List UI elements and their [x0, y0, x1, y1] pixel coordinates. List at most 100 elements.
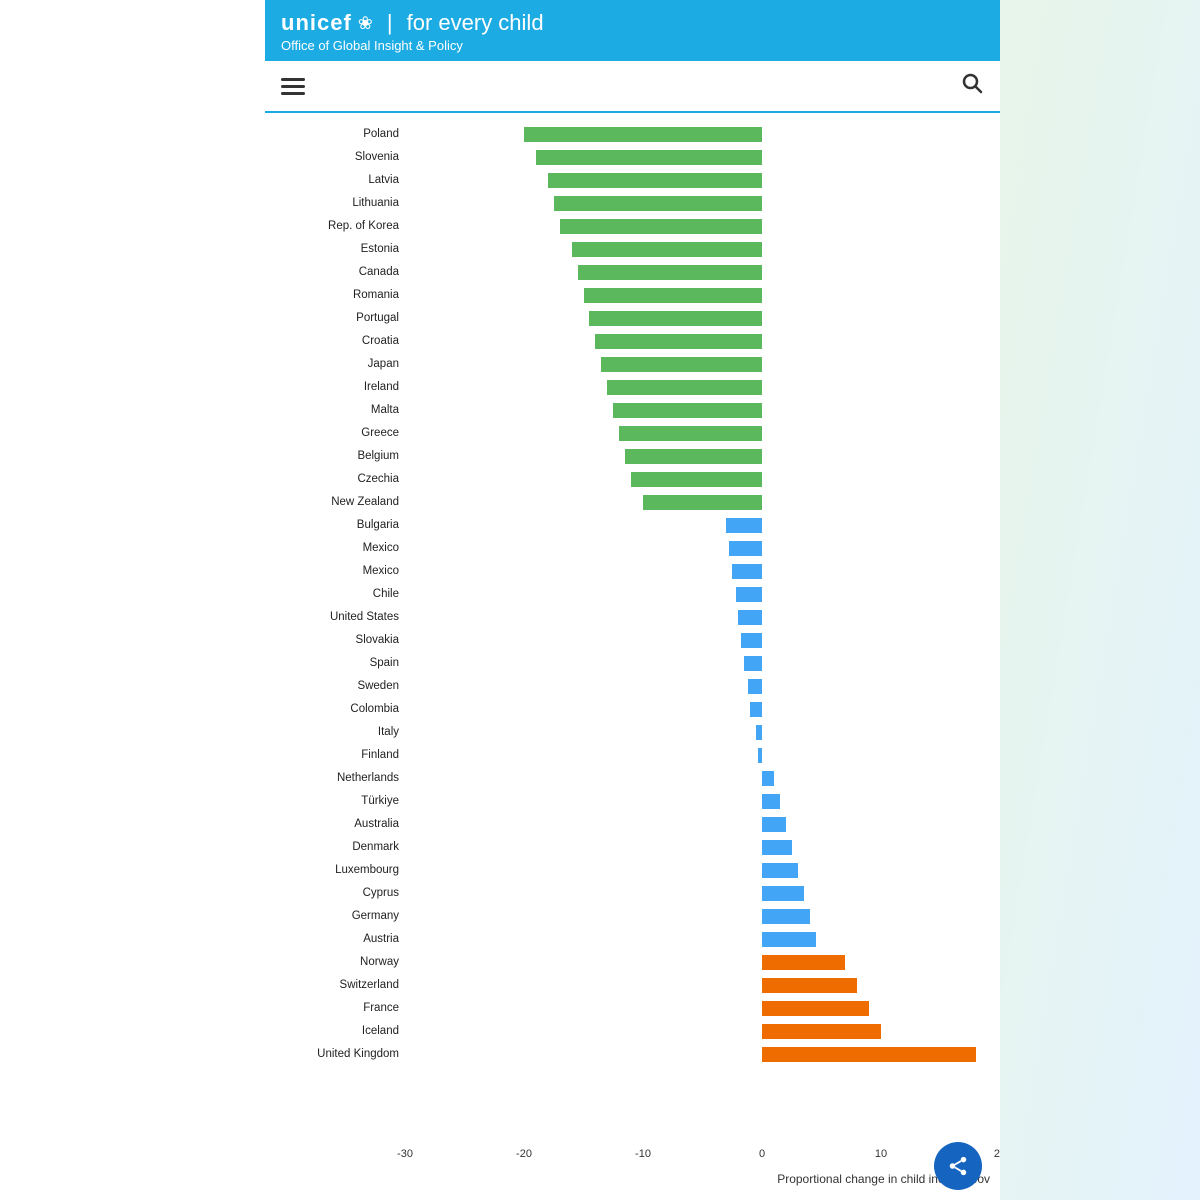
- country-label: Türkiye: [275, 795, 405, 807]
- data-bar: [631, 472, 762, 487]
- chart-row: Japan: [275, 353, 1000, 375]
- country-label: United Kingdom: [275, 1048, 405, 1060]
- data-bar: [762, 978, 857, 993]
- country-label: Estonia: [275, 243, 405, 255]
- chart-row: Portugal: [275, 307, 1000, 329]
- data-bar: [595, 334, 762, 349]
- country-label: Germany: [275, 910, 405, 922]
- x-tick-label: 10: [875, 1148, 887, 1160]
- country-label: New Zealand: [275, 496, 405, 508]
- chart-row: New Zealand: [275, 491, 1000, 513]
- data-bar: [758, 748, 762, 763]
- unicef-logo: unicef ❀: [281, 10, 373, 36]
- x-axis-ticks: -30-20-1001020: [405, 1148, 1000, 1168]
- country-label: Denmark: [275, 841, 405, 853]
- country-label: Portugal: [275, 312, 405, 324]
- chart-row: United States: [275, 606, 1000, 628]
- chart-row: Bulgaria: [275, 514, 1000, 536]
- country-label: Austria: [275, 933, 405, 945]
- header-top: unicef ❀ | for every child: [281, 10, 984, 36]
- chart-inner: PolandSloveniaLatviaLithuaniaRep. of Kor…: [265, 123, 1000, 1144]
- chart-row: Sweden: [275, 675, 1000, 697]
- header-divider: |: [387, 10, 393, 36]
- country-label: Canada: [275, 266, 405, 278]
- country-label: Croatia: [275, 335, 405, 347]
- country-label: Switzerland: [275, 979, 405, 991]
- country-label: Iceland: [275, 1025, 405, 1037]
- chart-row: Cyprus: [275, 882, 1000, 904]
- data-bar: [607, 380, 762, 395]
- chart-row: Slovakia: [275, 629, 1000, 651]
- data-bar: [736, 587, 762, 602]
- data-bar: [536, 150, 762, 165]
- country-label: Italy: [275, 726, 405, 738]
- chart-row: Greece: [275, 422, 1000, 444]
- data-bar: [762, 909, 810, 924]
- hamburger-line-1: [281, 78, 305, 81]
- data-bar: [643, 495, 762, 510]
- chart-row: Italy: [275, 721, 1000, 743]
- country-label: Australia: [275, 818, 405, 830]
- country-label: Mexico: [275, 565, 405, 577]
- chart-row: France: [275, 997, 1000, 1019]
- country-label: Ireland: [275, 381, 405, 393]
- data-bar: [732, 564, 762, 579]
- data-bar: [741, 633, 762, 648]
- data-bar: [748, 679, 762, 694]
- chart-row: Luxembourg: [275, 859, 1000, 881]
- data-bar: [548, 173, 762, 188]
- data-bar: [762, 863, 798, 878]
- data-bar: [762, 817, 786, 832]
- data-bar: [762, 1001, 869, 1016]
- country-label: Spain: [275, 657, 405, 669]
- data-bar: [762, 955, 845, 970]
- chart-row: Canada: [275, 261, 1000, 283]
- country-label: Greece: [275, 427, 405, 439]
- country-label: Japan: [275, 358, 405, 370]
- search-button[interactable]: [960, 71, 984, 101]
- data-bar: [762, 794, 780, 809]
- data-bar: [762, 886, 804, 901]
- data-bar: [726, 518, 762, 533]
- left-panel: [0, 0, 265, 1200]
- nav-bar: [265, 61, 1000, 113]
- x-tick-label: -30: [397, 1148, 413, 1160]
- chart-row: Latvia: [275, 169, 1000, 191]
- chart-row: Netherlands: [275, 767, 1000, 789]
- chart-row: Slovenia: [275, 146, 1000, 168]
- chart-row: Poland: [275, 123, 1000, 145]
- chart-row: Lithuania: [275, 192, 1000, 214]
- hamburger-menu-button[interactable]: [281, 78, 305, 95]
- header-sub: Office of Global Insight & Policy: [281, 38, 984, 53]
- country-label: Sweden: [275, 680, 405, 692]
- header-tagline: for every child: [407, 10, 544, 36]
- x-axis-title: Proportional change in child income pov: [265, 1170, 1000, 1190]
- chart-row: Romania: [275, 284, 1000, 306]
- country-label: Cyprus: [275, 887, 405, 899]
- chart-row: Czechia: [275, 468, 1000, 490]
- chart-row: Colombia: [275, 698, 1000, 720]
- chart-row: Mexico: [275, 560, 1000, 582]
- data-bar: [560, 219, 762, 234]
- chart-row: Chile: [275, 583, 1000, 605]
- chart-row: Belgium: [275, 445, 1000, 467]
- data-bar: [762, 932, 816, 947]
- chart-row: Australia: [275, 813, 1000, 835]
- data-bar: [613, 403, 762, 418]
- share-button[interactable]: [934, 1142, 982, 1190]
- x-tick-label: 20: [994, 1148, 1000, 1160]
- chart-row: Türkiye: [275, 790, 1000, 812]
- x-tick-label: -20: [516, 1148, 532, 1160]
- country-label: Bulgaria: [275, 519, 405, 531]
- country-label: Malta: [275, 404, 405, 416]
- hamburger-line-3: [281, 92, 305, 95]
- data-bar: [554, 196, 762, 211]
- main-content: unicef ❀ | for every child Office of Glo…: [265, 0, 1000, 1200]
- data-bar: [601, 357, 762, 372]
- data-bar: [572, 242, 762, 257]
- data-bar: [762, 1047, 976, 1062]
- header: unicef ❀ | for every child Office of Glo…: [265, 0, 1000, 61]
- country-label: Czechia: [275, 473, 405, 485]
- chart-row: Iceland: [275, 1020, 1000, 1042]
- country-label: Belgium: [275, 450, 405, 462]
